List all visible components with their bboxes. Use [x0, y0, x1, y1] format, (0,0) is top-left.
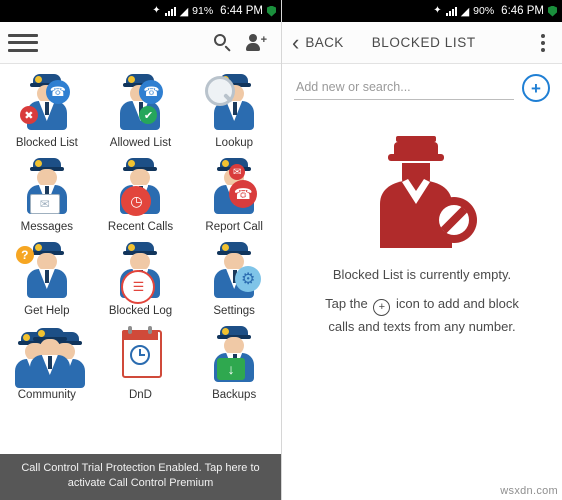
officer-gear-icon: ⚙	[203, 240, 265, 302]
officer-question-icon: ?	[15, 240, 78, 302]
tile-label: Recent Calls	[107, 221, 174, 233]
watermark: wsxdn.com	[500, 485, 558, 497]
tile-lookup[interactable]: Lookup	[187, 72, 281, 150]
officer-envelope-icon: ✉	[16, 156, 78, 218]
tile-label: Report Call	[205, 221, 263, 233]
tile-report-call[interactable]: ☎ ✉ Report Call	[187, 156, 281, 234]
search-input[interactable]: Add new or search...	[294, 76, 514, 100]
tile-blocked-log[interactable]: ☰ Blocked Log	[94, 240, 188, 318]
page-title: BLOCKED LIST	[371, 35, 476, 50]
tile-get-help[interactable]: ? Get Help	[0, 240, 94, 318]
battery-level: 90%	[473, 5, 495, 17]
signal-icon	[445, 6, 457, 16]
blocked-officer-svg	[380, 136, 477, 248]
person-add-icon[interactable]: +	[239, 26, 273, 60]
left-screen-home: ✦ ◢ 91% 6:44 PM + ☎ ✖ Blocked List ☎ ✔ A…	[0, 0, 281, 500]
dual-screenshot: ✦ ◢ 91% 6:44 PM + ☎ ✖ Blocked List ☎ ✔ A…	[0, 0, 562, 500]
feature-grid: ☎ ✖ Blocked List ☎ ✔ Allowed List Lookup…	[0, 64, 281, 402]
empty-line-2: Tap the + icon to add and block	[296, 293, 548, 316]
right-status-bar: ✦ ◢ 90% 6:46 PM	[282, 0, 562, 22]
back-button-label[interactable]: BACK	[305, 35, 343, 50]
battery-level: 91%	[192, 5, 214, 17]
shield-icon	[267, 5, 276, 17]
status-time: 6:44 PM	[220, 5, 263, 17]
left-status-bar: ✦ ◢ 91% 6:44 PM	[0, 0, 281, 22]
back-chevron-icon[interactable]: ‹	[292, 31, 299, 54]
officer-magnifier-icon	[203, 72, 265, 134]
tile-label: Settings	[213, 305, 255, 317]
right-action-bar: ‹ BACK BLOCKED LIST	[282, 22, 562, 64]
tile-label: Blocked List	[15, 137, 78, 149]
tile-allowed-list[interactable]: ☎ ✔ Allowed List	[94, 72, 188, 150]
calendar-clock-icon	[109, 324, 171, 386]
search-row: Add new or search... +	[282, 64, 562, 108]
tile-label: Lookup	[215, 137, 254, 149]
status-right: ✦ ◢ 91% 6:44 PM	[152, 5, 276, 18]
tile-messages[interactable]: ✉ Messages	[0, 156, 94, 234]
empty-line-1: Blocked List is currently empty.	[332, 267, 512, 282]
empty-line-3: calls and texts from any number.	[328, 319, 516, 334]
empty-line-2-before: Tap the	[325, 296, 368, 311]
left-action-bar: +	[0, 22, 281, 64]
officer-download-icon: ↓	[203, 324, 265, 386]
officer-log-icon: ☰	[109, 240, 171, 304]
tile-community[interactable]: Community	[0, 324, 94, 402]
overflow-menu-icon[interactable]	[532, 33, 554, 52]
tile-blocked-list[interactable]: ☎ ✖ Blocked List	[0, 72, 94, 150]
right-screen-blocked-list: ✦ ◢ 90% 6:46 PM ‹ BACK BLOCKED LIST Add …	[282, 0, 562, 500]
tile-label: DnD	[128, 389, 152, 401]
tile-label: Get Help	[24, 305, 70, 317]
shield-icon	[548, 5, 557, 17]
officers-group-icon	[14, 324, 85, 388]
tile-label: Blocked Log	[108, 305, 173, 317]
empty-state-message: Blocked List is currently empty. Tap the…	[282, 264, 562, 337]
officer-allow-phone-icon: ☎ ✔	[109, 72, 171, 134]
tile-recent-calls[interactable]: ◷ Recent Calls	[94, 156, 188, 234]
status-right: ✦ ◢ 90% 6:46 PM	[433, 5, 557, 18]
hamburger-icon[interactable]	[8, 32, 38, 54]
tile-dnd[interactable]: DnD	[94, 324, 188, 402]
bluetooth-icon: ✦	[152, 5, 161, 16]
tile-backups[interactable]: ↓ Backups	[187, 324, 281, 402]
officer-clock-icon: ◷	[109, 156, 171, 218]
trial-toast[interactable]: Call Control Trial Protection Enabled. T…	[0, 454, 281, 500]
blocked-officer-icon	[362, 134, 482, 252]
tile-label: Allowed List	[109, 137, 172, 149]
tile-settings[interactable]: ⚙ Settings	[187, 240, 281, 318]
wifi-icon: ◢	[179, 5, 189, 18]
wifi-icon: ◢	[460, 5, 470, 18]
add-circle-icon[interactable]: +	[522, 74, 550, 102]
bluetooth-icon: ✦	[433, 5, 442, 16]
inline-add-icon: +	[373, 299, 391, 316]
search-icon[interactable]	[205, 26, 239, 60]
status-time: 6:46 PM	[501, 5, 544, 17]
tile-label: Messages	[20, 221, 74, 233]
empty-line-2-after: icon to add and block	[396, 296, 519, 311]
officer-report-phone-icon: ☎ ✉	[203, 156, 265, 218]
officer-block-phone-icon: ☎ ✖	[16, 72, 78, 134]
tile-label: Community	[17, 389, 76, 401]
tile-label: Backups	[212, 389, 257, 401]
signal-icon	[164, 6, 176, 16]
